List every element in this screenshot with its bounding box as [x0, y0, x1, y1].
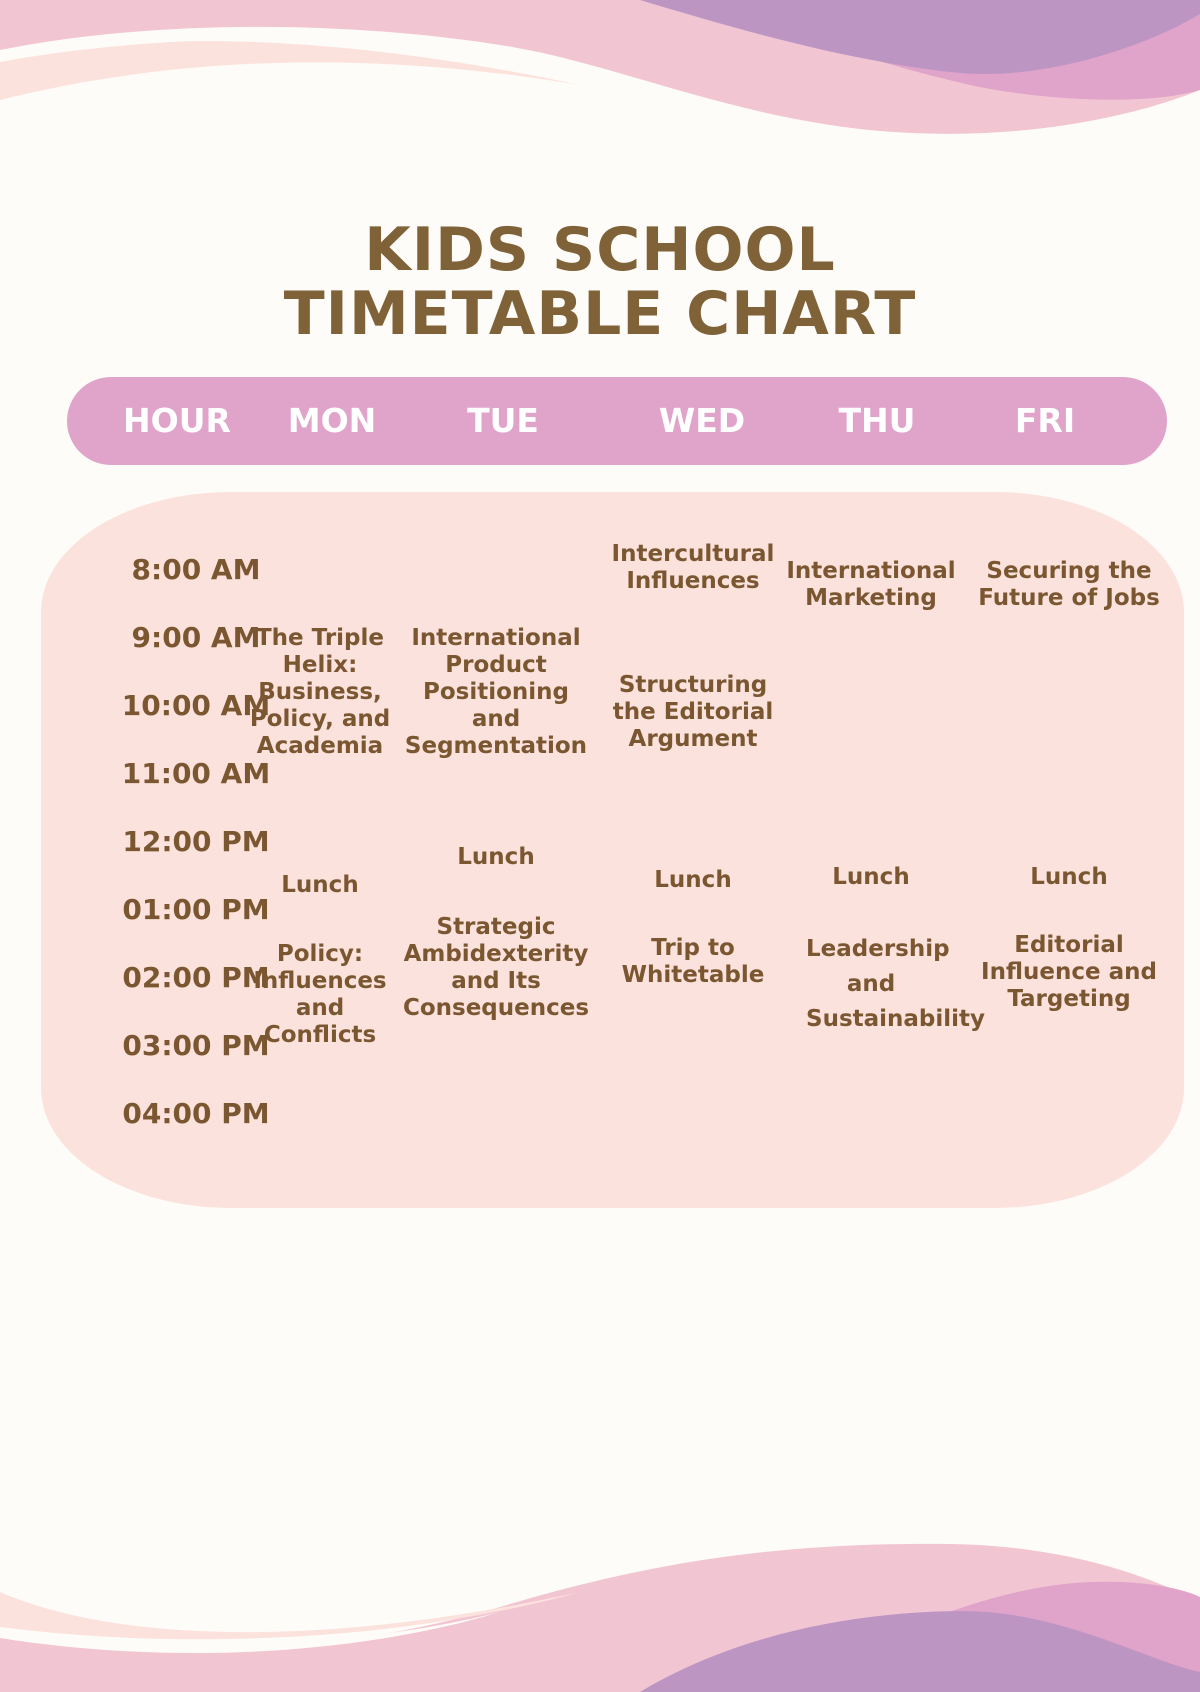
thu-afternoon-class: Leadership and Sustainability — [806, 936, 986, 1032]
time-slot: 11:00 AM — [121, 757, 271, 790]
header-thu: THU — [838, 401, 916, 440]
thu-early-class: International Marketing — [786, 558, 956, 611]
day-header-bar: HOUR MON TUE WED THU FRI — [67, 377, 1167, 465]
timetable-panel: 8:00 AM 9:00 AM 10:00 AM 11:00 AM 12:00 … — [41, 492, 1184, 1208]
thu-lunch: Lunch — [832, 864, 910, 890]
time-slot: 04:00 PM — [122, 1097, 270, 1130]
title-line-1: KIDS SCHOOL — [364, 215, 836, 285]
time-slot: 12:00 PM — [122, 825, 270, 858]
header-fri: FRI — [1014, 401, 1076, 440]
fri-early-class: Securing the Future of Jobs — [978, 558, 1160, 611]
tue-afternoon-class: Strategic Ambidexterity and Its Conseque… — [402, 914, 590, 1021]
mon-afternoon-class: Policy: Influences and Conflicts — [253, 941, 387, 1048]
tue-morning-class: International Product Positioning and Se… — [404, 625, 588, 759]
wed-early-class: Intercultural Influences — [611, 541, 775, 594]
fri-afternoon-class: Editorial Influence and Targeting — [981, 932, 1157, 1012]
header-tue: TUE — [467, 401, 539, 440]
bottom-wave-decoration — [0, 1543, 1200, 1692]
tue-lunch: Lunch — [457, 844, 535, 870]
page-title: KIDS SCHOOL TIMETABLE CHART — [0, 218, 1200, 346]
header-wed: WED — [658, 401, 746, 440]
mon-morning-class: The Triple Helix: Business, Policy, and … — [249, 625, 391, 759]
header-mon: MON — [287, 401, 377, 440]
wed-afternoon-class: Trip to Whitetable — [621, 935, 765, 988]
top-wave-decoration — [0, 0, 1200, 150]
header-hour: HOUR — [123, 401, 231, 440]
wed-morning-class: Structuring the Editorial Argument — [612, 672, 774, 752]
title-line-2: TIMETABLE CHART — [283, 279, 917, 349]
wed-lunch: Lunch — [654, 867, 732, 893]
fri-lunch: Lunch — [1030, 864, 1108, 890]
time-slot: 8:00 AM — [131, 553, 261, 586]
mon-lunch: Lunch — [281, 872, 359, 898]
